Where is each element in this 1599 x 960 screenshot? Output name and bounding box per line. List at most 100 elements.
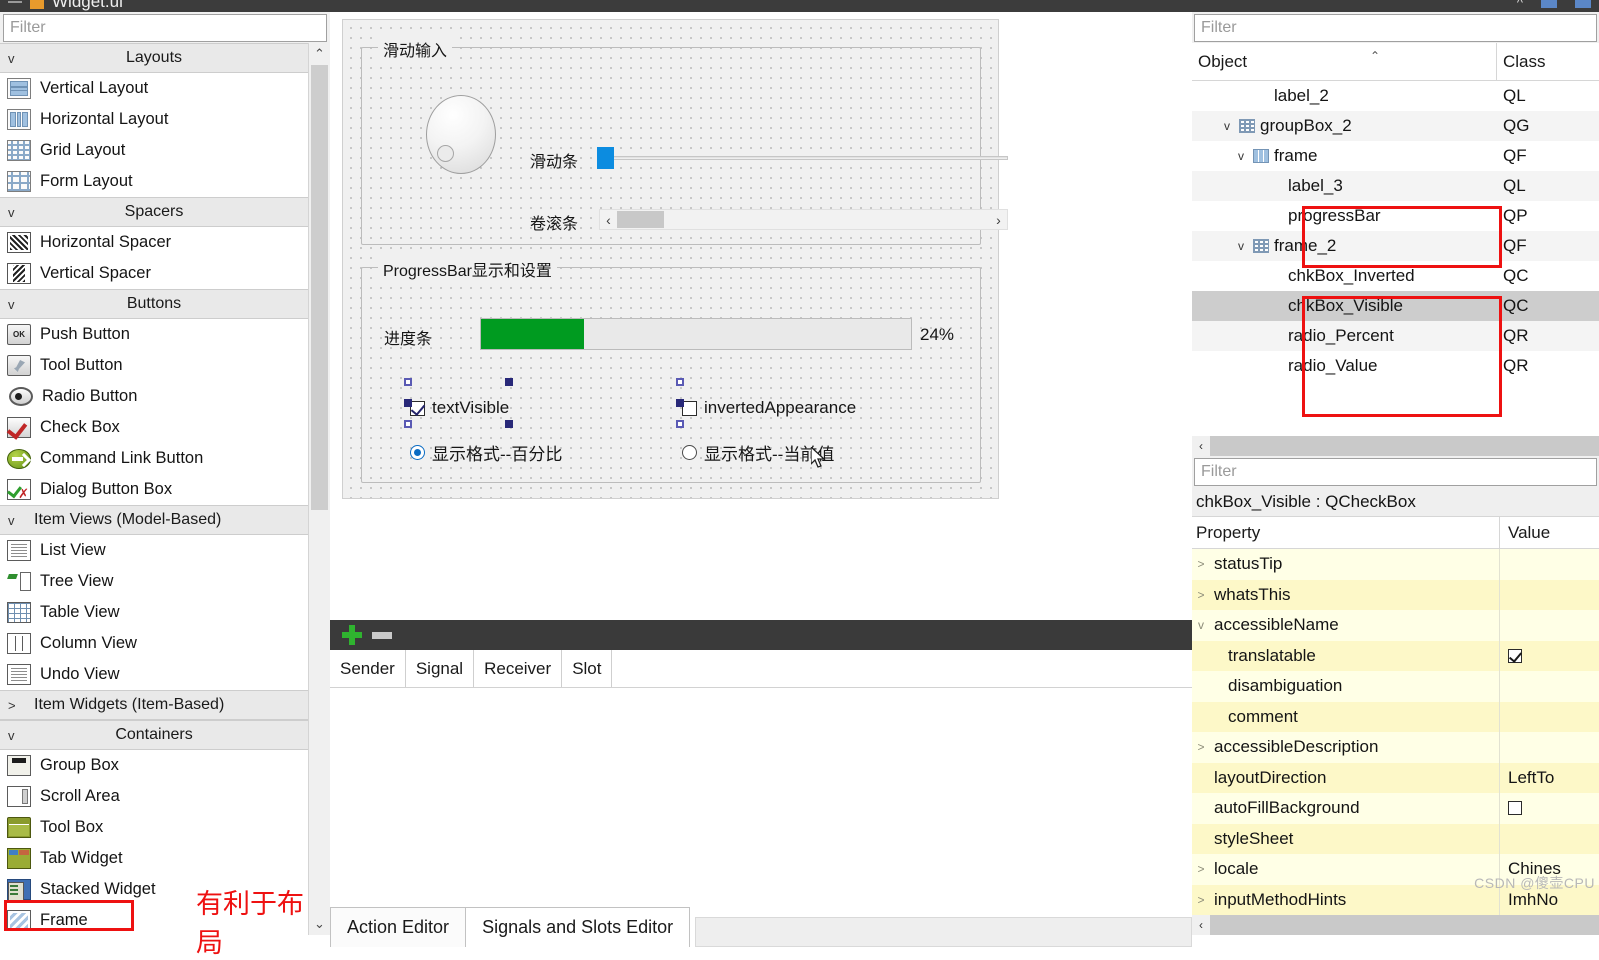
tree-row[interactable]: chkBox_Visible QC [1192,291,1599,321]
group-box-progressbar-settings[interactable]: ProgressBar显示和设置 进度条 24% textVisible inv… [361,257,981,483]
widget-item-tree-view[interactable]: Tree View [0,566,308,597]
scroll-up-icon[interactable]: ⌃ [309,43,330,65]
object-tree-horizontal-scrollbar[interactable]: ‹ [1192,436,1599,456]
widget-box-filter-input[interactable]: Filter [3,14,327,42]
scrollbar-thumb[interactable] [1210,915,1599,935]
widget-item-radio-button[interactable]: Radio Button [0,381,308,412]
chevron-down-icon[interactable]: v [8,729,15,742]
slider-handle[interactable] [597,147,614,169]
tree-row[interactable]: progressBar QP [1192,201,1599,231]
widget-item-command-link-button[interactable]: Command Link Button [0,443,308,474]
horizontal-scrollbar-widget[interactable]: ‹ › [599,209,1008,230]
chevron-down-icon[interactable]: v [8,298,15,311]
property-row[interactable]: > statusTip [1192,549,1599,580]
property-value-cell[interactable] [1500,702,1599,733]
object-inspector-tree[interactable]: Object Class ⌃ label_2 QL v groupBox_2 QG v fr… [1192,43,1599,436]
widget-box-scrollbar[interactable]: ⌃ ⌄ [308,43,330,935]
column-header-receiver[interactable]: Receiver [474,650,563,687]
column-header-class[interactable]: Class [1497,43,1599,80]
widget-category-containers[interactable]: v Containers [0,720,308,750]
tree-row[interactable]: label_2 QL [1192,81,1599,111]
property-row[interactable]: styleSheet [1192,823,1599,855]
widget-item-tool-box[interactable]: Tool Box [0,812,308,843]
property-value-cell[interactable] [1500,549,1599,580]
selection-handle[interactable] [676,420,684,428]
chevron-right-icon[interactable]: > [1192,557,1210,571]
chevron-right-icon[interactable]: > [1192,893,1210,907]
widget-item-dialog-button-box[interactable]: Dialog Button Box [0,474,308,505]
property-value-cell[interactable]: Chines [1500,854,1599,885]
chevron-right-icon[interactable]: > [1192,862,1210,876]
signal-slot-rows[interactable] [330,688,1192,889]
checkbox-box-icon[interactable] [682,400,697,416]
widget-item-vertical-spacer[interactable]: Vertical Spacer [0,258,308,289]
chevron-right-icon[interactable]: > [1192,740,1210,754]
property-row[interactable]: translatable [1192,640,1599,672]
radio-button-icon[interactable] [410,445,425,460]
widget-category-spacers[interactable]: v Spacers [0,197,308,227]
column-header-property[interactable]: Property [1192,517,1500,548]
property-value-cell[interactable] [1500,793,1599,824]
column-header-object[interactable]: Object [1192,43,1497,80]
add-row-icon[interactable] [342,625,362,645]
scrollbar-thumb[interactable] [311,65,328,510]
property-value-cell[interactable] [1500,732,1599,763]
property-editor-filter-input[interactable]: Filter [1194,458,1597,486]
widget-item-scroll-area[interactable]: Scroll Area [0,781,308,812]
column-header-signal[interactable]: Signal [406,650,475,687]
property-value-cell[interactable] [1500,641,1599,672]
property-value-cell[interactable]: LeftTo [1500,763,1599,794]
progress-bar-widget[interactable] [480,318,912,350]
column-header-sender[interactable]: Sender [330,650,406,687]
tree-row[interactable]: v frame QF [1192,141,1599,171]
scrollbar-track[interactable] [617,210,990,229]
scroll-right-arrow-icon[interactable]: › [990,212,1007,228]
tree-row[interactable]: label_3 QL [1192,171,1599,201]
property-row[interactable]: > whatsThis [1192,579,1599,610]
property-row[interactable]: layoutDirection LeftTo [1192,762,1599,794]
slider-widget[interactable] [597,147,1008,169]
tree-row[interactable]: chkBox_Inverted QC [1192,261,1599,291]
chevron-down-icon[interactable]: v [8,206,15,219]
property-row[interactable]: v accessibleName [1192,610,1599,641]
property-row[interactable]: > inputMethodHints ImhNo [1192,884,1599,915]
property-value-cell[interactable] [1500,671,1599,702]
widget-item-grid-layout[interactable]: Grid Layout [0,135,308,166]
checkbox-box-icon[interactable] [410,400,425,416]
property-row[interactable]: disambiguation [1192,671,1599,702]
checkbox-text-visible[interactable]: textVisible [410,398,509,418]
property-editor-horizontal-scrollbar[interactable]: ‹ [1192,915,1599,935]
property-value-cell[interactable] [1500,824,1599,855]
widget-item-horizontal-spacer[interactable]: Horizontal Spacer [0,227,308,258]
chevron-down-icon[interactable]: v [1234,239,1248,253]
object-inspector-filter-input[interactable]: Filter [1194,14,1597,42]
form-canvas[interactable]: 滑动输入 滑动条 卷滚条 ‹ › ProgressBar显示和设置 进度条 24… [342,19,1008,499]
chevron-right-icon[interactable]: > [8,699,16,712]
column-header-value[interactable]: Value [1500,517,1599,548]
tree-row[interactable]: v frame_2 QF [1192,231,1599,261]
dial-widget[interactable] [426,95,496,174]
chevron-down-icon[interactable]: v [1192,618,1210,632]
tree-row[interactable]: radio_Percent QR [1192,321,1599,351]
widget-item-list-view[interactable]: List View [0,535,308,566]
widget-category-item-views-model-based[interactable]: v Item Views (Model-Based) [0,505,308,535]
chevron-right-icon[interactable]: > [1192,588,1210,602]
scrollbar-thumb[interactable] [617,211,664,228]
tab-action-editor[interactable]: Action Editor [330,907,467,947]
tree-row[interactable]: radio_Value QR [1192,351,1599,381]
widget-item-tool-button[interactable]: Tool Button [0,350,308,381]
selection-handle[interactable] [404,399,412,407]
property-row[interactable]: autoFillBackground [1192,793,1599,824]
widget-item-vertical-layout[interactable]: Vertical Layout [0,73,308,104]
scroll-left-icon[interactable]: ‹ [1192,436,1210,456]
property-row[interactable]: > locale Chines [1192,854,1599,885]
radio-button-icon[interactable] [682,445,697,460]
property-row[interactable]: > accessibleDescription [1192,732,1599,763]
maximize-button[interactable] [1575,0,1591,8]
widget-category-buttons[interactable]: v Buttons [0,289,308,319]
scrollbar-thumb[interactable] [1210,436,1599,456]
selection-handle[interactable] [404,420,412,428]
minimize-icon[interactable] [8,1,22,3]
selection-handle[interactable] [505,420,513,428]
widget-item-push-button[interactable]: OK Push Button [0,319,308,350]
